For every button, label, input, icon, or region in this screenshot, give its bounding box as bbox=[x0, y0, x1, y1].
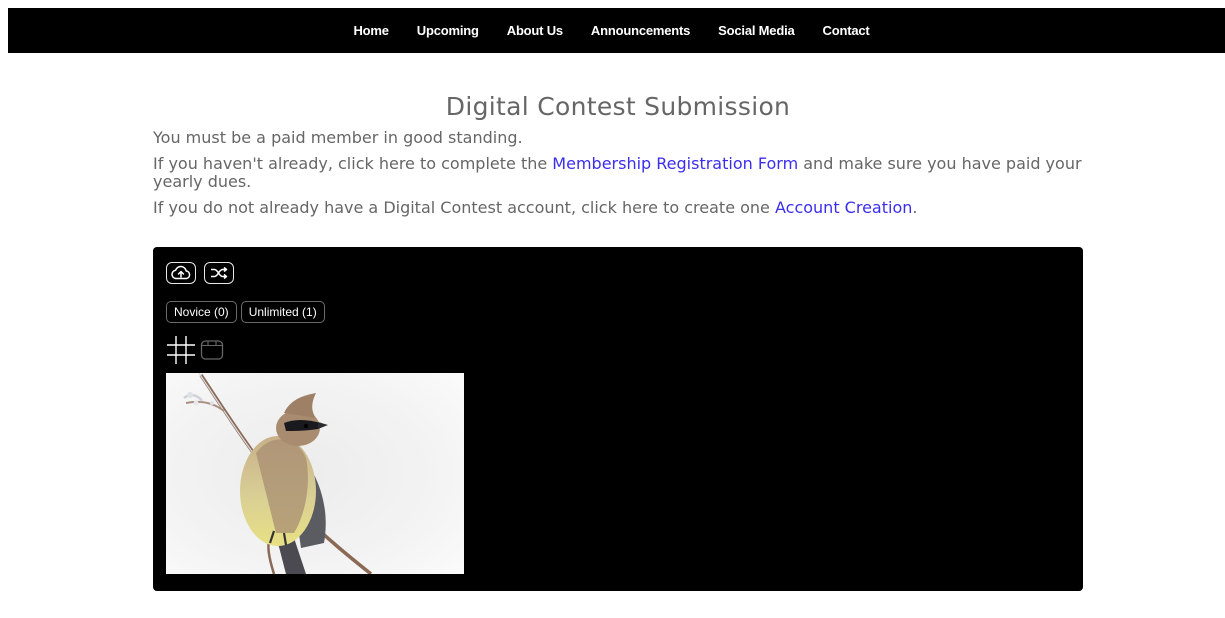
contest-gallery-panel: Novice (0) Unlimited (1) bbox=[153, 247, 1083, 591]
account-instructions: If you do not already have a Digital Con… bbox=[153, 199, 1083, 217]
main-content: Digital Contest Submission You must be a… bbox=[153, 92, 1083, 225]
nav-item-social-media[interactable]: Social Media bbox=[704, 23, 808, 38]
grid-view-icon[interactable] bbox=[166, 335, 196, 365]
account-text-pre: If you do not already have a Digital Con… bbox=[153, 198, 775, 217]
nav-item-announcements[interactable]: Announcements bbox=[577, 23, 704, 38]
nav-item-about-us[interactable]: About Us bbox=[493, 23, 577, 38]
cedar-waxwing-photo-thumbnail[interactable] bbox=[166, 373, 464, 574]
page-title: Digital Contest Submission bbox=[445, 92, 791, 121]
nav-item-upcoming[interactable]: Upcoming bbox=[403, 23, 493, 38]
membership-registration-link[interactable]: Membership Registration Form bbox=[552, 154, 798, 173]
category-tabs: Novice (0) Unlimited (1) bbox=[166, 301, 325, 323]
calendar-view-icon[interactable] bbox=[200, 338, 224, 362]
upload-button[interactable] bbox=[166, 262, 196, 284]
account-text-post: . bbox=[912, 198, 918, 217]
nav-item-home[interactable]: Home bbox=[339, 23, 402, 38]
membership-notice: You must be a paid member in good standi… bbox=[153, 128, 523, 147]
registration-instructions: If you haven't already, click here to co… bbox=[153, 155, 1083, 191]
shuffle-button[interactable] bbox=[204, 262, 234, 284]
cloud-upload-icon bbox=[171, 265, 191, 280]
nav-list: Home Upcoming About Us Announcements Soc… bbox=[339, 23, 883, 38]
top-navbar: Home Upcoming About Us Announcements Soc… bbox=[8, 8, 1225, 53]
category-novice-button[interactable]: Novice (0) bbox=[166, 301, 237, 323]
registration-text-pre: If you haven't already, click here to co… bbox=[153, 154, 553, 173]
account-creation-link[interactable]: Account Creation bbox=[775, 198, 912, 217]
shuffle-icon bbox=[211, 266, 228, 280]
nav-item-contact[interactable]: Contact bbox=[809, 23, 884, 38]
view-toggle bbox=[166, 335, 224, 365]
category-unlimited-button[interactable]: Unlimited (1) bbox=[240, 301, 325, 323]
gallery-toolbar bbox=[166, 262, 234, 284]
